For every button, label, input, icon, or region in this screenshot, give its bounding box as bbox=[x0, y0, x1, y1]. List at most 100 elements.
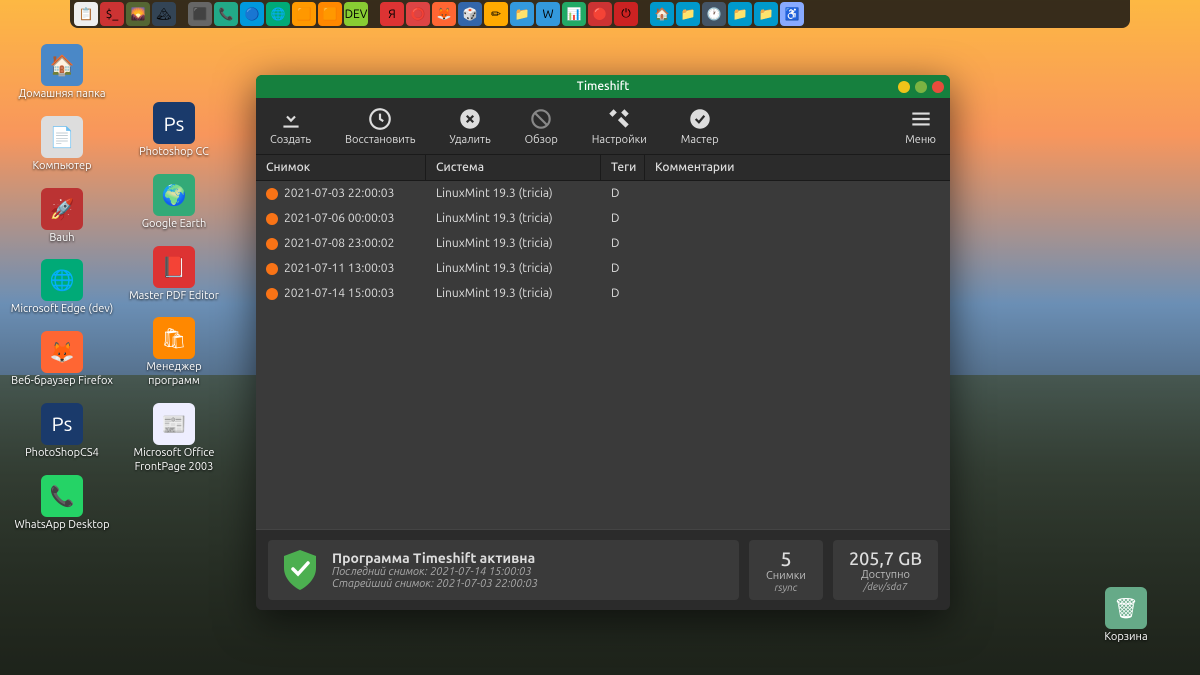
desktop-icon-label: Google Earth bbox=[142, 218, 207, 232]
settings-button[interactable]: Настройки bbox=[588, 104, 651, 148]
table-row[interactable]: 2021-07-03 22:00:03LinuxMint 19.3 (trici… bbox=[256, 181, 950, 206]
dock-item[interactable]: ⏻ bbox=[614, 2, 638, 26]
titlebar[interactable]: Timeshift bbox=[256, 75, 950, 98]
desktop-icon[interactable]: 📄 Компьютер bbox=[8, 110, 116, 180]
dock-item[interactable]: DEV bbox=[344, 2, 368, 26]
dock-item[interactable]: 🌄 bbox=[126, 2, 150, 26]
table-row[interactable]: 2021-07-11 13:00:03LinuxMint 19.3 (trici… bbox=[256, 256, 950, 281]
delete-button[interactable]: Удалить bbox=[445, 104, 494, 148]
status-bar: Программа Timeshift активна Последний сн… bbox=[256, 529, 950, 610]
dock-item[interactable]: W bbox=[536, 2, 560, 26]
app-icon: Ps bbox=[153, 102, 195, 144]
trash[interactable]: 🗑 Корзина bbox=[1072, 581, 1180, 651]
app-icon: 🌍 bbox=[153, 174, 195, 216]
desktop-icon-label: Домашняя папка bbox=[18, 88, 105, 102]
disable-icon bbox=[528, 106, 554, 132]
snapshot-icon bbox=[266, 238, 278, 250]
timeshift-window: Timeshift Создать Восстановить Удалить О… bbox=[256, 75, 950, 610]
table-row[interactable]: 2021-07-14 15:00:03LinuxMint 19.3 (trici… bbox=[256, 281, 950, 306]
table-row[interactable]: 2021-07-08 23:00:02LinuxMint 19.3 (trici… bbox=[256, 231, 950, 256]
dock-item[interactable]: 🎲 bbox=[458, 2, 482, 26]
dock-item[interactable]: 📁 bbox=[510, 2, 534, 26]
desktop-icon-label: Microsoft Edge (dev) bbox=[11, 303, 113, 317]
window-title: Timeshift bbox=[577, 80, 629, 93]
check-circle-icon bbox=[687, 106, 713, 132]
dock-item[interactable]: 📞 bbox=[214, 2, 238, 26]
table-header: Снимок Система Теги Комментарии bbox=[256, 155, 950, 181]
dock-item[interactable]: 🏔 bbox=[152, 2, 176, 26]
desktop-icon[interactable]: 🚀 Bauh bbox=[8, 182, 116, 252]
desktop-icon-label: WhatsApp Desktop bbox=[14, 519, 109, 533]
desktop-icon-label: Менеджер программ bbox=[122, 361, 226, 389]
trash-label: Корзина bbox=[1104, 631, 1147, 645]
dock-item[interactable]: 📁 bbox=[676, 2, 700, 26]
dock-item[interactable]: 📋 bbox=[74, 2, 98, 26]
maximize-button[interactable] bbox=[915, 81, 927, 93]
col-system[interactable]: Система bbox=[426, 155, 601, 180]
snapshot-table: Снимок Система Теги Комментарии 2021-07-… bbox=[256, 155, 950, 529]
desktop-icon[interactable]: 📰Microsoft Office FrontPage 2003 bbox=[120, 397, 228, 481]
hamburger-icon bbox=[908, 106, 934, 132]
desktop-icon[interactable]: 📞 WhatsApp Desktop bbox=[8, 469, 116, 539]
col-comments[interactable]: Комментарии bbox=[645, 155, 950, 180]
status-available: 205,7 GB Доступно /dev/sda7 bbox=[833, 540, 938, 600]
dock-item[interactable]: 🔵 bbox=[240, 2, 264, 26]
download-icon bbox=[278, 106, 304, 132]
dock-item[interactable]: Я bbox=[380, 2, 404, 26]
minimize-button[interactable] bbox=[898, 81, 910, 93]
dock-item[interactable]: ⬛ bbox=[188, 2, 212, 26]
close-button[interactable] bbox=[932, 81, 944, 93]
desktop-icon[interactable]: 📕Master PDF Editor bbox=[120, 240, 228, 310]
desktop-icon[interactable]: Ps PhotoShopCS4 bbox=[8, 397, 116, 467]
app-icon: 📞 bbox=[41, 475, 83, 517]
dock-item[interactable]: 📁 bbox=[728, 2, 752, 26]
app-icon: 📄 bbox=[41, 116, 83, 158]
table-body[interactable]: 2021-07-03 22:00:03LinuxMint 19.3 (trici… bbox=[256, 181, 950, 529]
browse-button[interactable]: Обзор bbox=[521, 104, 562, 148]
desktop-icon-label: Bauh bbox=[49, 232, 74, 246]
dock-item[interactable]: ♿ bbox=[780, 2, 804, 26]
menu-button[interactable]: Меню bbox=[901, 104, 940, 148]
desktop-icon-label: Компьютер bbox=[32, 160, 91, 174]
dock-item[interactable]: $_ bbox=[100, 2, 124, 26]
app-icon: 🌐 bbox=[41, 259, 83, 301]
desktop-icon-label: PhotoShopCS4 bbox=[25, 447, 99, 461]
snapshot-icon bbox=[266, 263, 278, 275]
desktop-icon-label: Microsoft Office FrontPage 2003 bbox=[122, 447, 226, 475]
status-oldest: Старейший снимок: 2021-07-03 22:00:03 bbox=[332, 578, 538, 590]
desktop-icons: 🏠 Домашняя папка 📄 Компьютер 🚀 Bauh 🌐 Microsoft… bbox=[8, 38, 232, 540]
desktop-icon[interactable]: 🛍Менеджер программ bbox=[120, 311, 228, 395]
status-main: Программа Timeshift активна Последний сн… bbox=[268, 540, 739, 600]
dock-item[interactable]: 🟧 bbox=[292, 2, 316, 26]
desktop-icon[interactable]: 🌍 Google Earth bbox=[120, 168, 228, 238]
create-button[interactable]: Создать bbox=[266, 104, 315, 148]
col-tags[interactable]: Теги bbox=[601, 155, 645, 180]
dock-item[interactable]: 🌐 bbox=[266, 2, 290, 26]
dock-item[interactable]: 🏠 bbox=[650, 2, 674, 26]
status-count: 5 Снимки rsync bbox=[749, 540, 823, 600]
app-icon: Ps bbox=[41, 403, 83, 445]
dock-item[interactable]: 📊 bbox=[562, 2, 586, 26]
status-title: Программа Timeshift активна bbox=[332, 550, 538, 566]
x-circle-icon bbox=[457, 106, 483, 132]
app-icon: 🚀 bbox=[41, 188, 83, 230]
desktop-icon[interactable]: 🏠 Домашняя папка bbox=[8, 38, 116, 108]
dock-item[interactable]: ✏ bbox=[484, 2, 508, 26]
table-row[interactable]: 2021-07-06 00:00:03LinuxMint 19.3 (trici… bbox=[256, 206, 950, 231]
desktop-icon[interactable]: 🌐 Microsoft Edge (dev) bbox=[8, 253, 116, 323]
dock-item[interactable]: 🔴 bbox=[588, 2, 612, 26]
desktop-icon[interactable]: 🦊Веб-браузер Firefox bbox=[8, 325, 116, 395]
dock-item[interactable]: ⭕ bbox=[406, 2, 430, 26]
tools-icon bbox=[606, 106, 632, 132]
dock-item[interactable]: 📁 bbox=[754, 2, 778, 26]
app-icon: 🦊 bbox=[41, 331, 83, 373]
restore-button[interactable]: Восстановить bbox=[341, 104, 419, 148]
shield-check-icon bbox=[280, 548, 320, 592]
dock-item[interactable]: 🕐 bbox=[702, 2, 726, 26]
wizard-button[interactable]: Мастер bbox=[677, 104, 723, 148]
app-icon: 🏠 bbox=[41, 44, 83, 86]
dock-item[interactable]: 🦊 bbox=[432, 2, 456, 26]
dock-item[interactable]: 🟧 bbox=[318, 2, 342, 26]
desktop-icon[interactable]: PsPhotoshop CC bbox=[120, 96, 228, 166]
col-snapshot[interactable]: Снимок bbox=[256, 155, 426, 180]
